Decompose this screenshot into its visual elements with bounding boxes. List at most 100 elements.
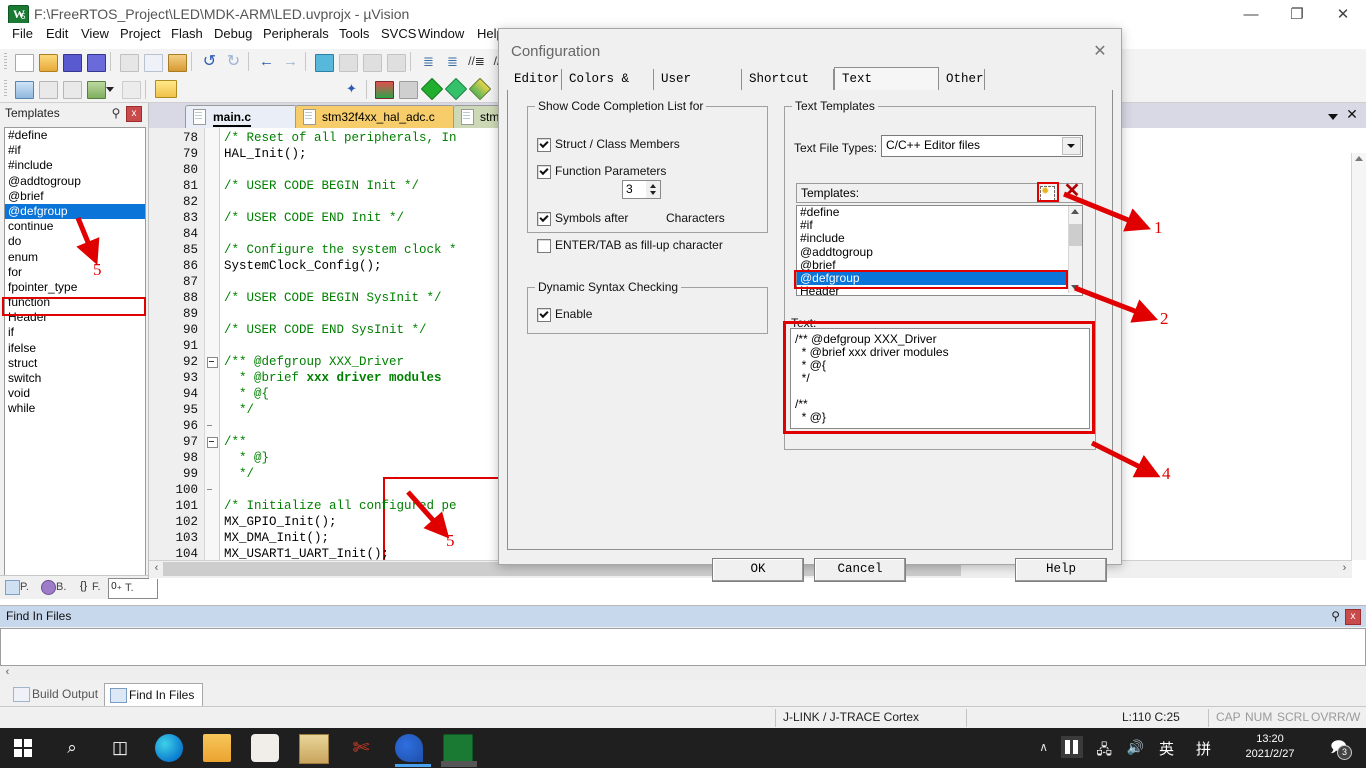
menu-flash[interactable]: Flash: [163, 23, 211, 45]
templates-panel-list[interactable]: #define #if #include @addtogroup @brief …: [4, 127, 146, 577]
checkbox-symbols-after[interactable]: [537, 212, 551, 226]
delete-template-icon[interactable]: ✕: [1062, 182, 1082, 201]
start-button-icon[interactable]: [10, 734, 38, 762]
pack-installer-icon[interactable]: [421, 79, 441, 99]
snipping-tool-icon[interactable]: [251, 734, 279, 762]
translate-icon[interactable]: [13, 79, 33, 99]
chevron-down-icon[interactable]: [106, 84, 116, 94]
list-item[interactable]: #define: [797, 206, 1082, 219]
tab-shortcut-keys[interactable]: Shortcut Keys: [742, 69, 834, 90]
help-button[interactable]: Help: [1015, 558, 1107, 582]
scroll-up-icon[interactable]: [1071, 209, 1079, 214]
menu-view[interactable]: View: [73, 23, 117, 45]
fold-collapse-icon[interactable]: [207, 357, 218, 368]
list-item[interactable]: if: [5, 325, 145, 340]
tab-other[interactable]: Other: [939, 69, 985, 90]
bookmark-prev-icon[interactable]: [337, 52, 357, 72]
checkbox-struct-class-members[interactable]: [537, 138, 551, 152]
close-icon[interactable]: x: [1345, 609, 1361, 625]
target-options-icon[interactable]: ✦: [341, 79, 361, 99]
clock[interactable]: 13:20 2021/2/27: [1228, 732, 1312, 762]
scrollbar-thumb[interactable]: [1069, 224, 1082, 246]
code-folding-bar[interactable]: [205, 128, 220, 560]
list-item[interactable]: @brief: [5, 189, 145, 204]
list-item[interactable]: while: [5, 401, 145, 416]
edge-browser-icon[interactable]: [155, 734, 183, 762]
find-in-files-results[interactable]: [0, 628, 1366, 666]
scroll-down-icon[interactable]: [1071, 285, 1079, 290]
scissors-app-icon[interactable]: ✄: [347, 734, 375, 762]
list-item[interactable]: do: [5, 234, 145, 249]
stop-build-icon[interactable]: [120, 79, 140, 99]
chevron-down-icon[interactable]: [1062, 137, 1081, 155]
outdent-icon[interactable]: ≣: [442, 52, 462, 72]
cut-icon[interactable]: [118, 52, 138, 72]
comment-icon[interactable]: //≣: [466, 52, 486, 72]
multi-project-icon[interactable]: [397, 79, 417, 99]
rebuild-icon[interactable]: [61, 79, 81, 99]
list-item[interactable]: enum: [5, 250, 145, 265]
list-item[interactable]: @addtogroup: [5, 174, 145, 189]
close-tab-icon[interactable]: ✕: [1345, 107, 1359, 121]
scroll-left-icon[interactable]: ‹: [150, 562, 163, 576]
dialog-close-icon[interactable]: ✕: [1089, 41, 1111, 63]
list-item[interactable]: switch: [5, 371, 145, 386]
ime-mode-icon[interactable]: 拼: [1196, 738, 1211, 759]
list-item[interactable]: ifelse: [5, 341, 145, 356]
cancel-button[interactable]: Cancel: [814, 558, 906, 582]
undo-icon[interactable]: ↺: [199, 52, 219, 72]
list-item[interactable]: struct: [5, 356, 145, 371]
list-item[interactable]: #if: [5, 143, 145, 158]
tab-colors-fonts[interactable]: Colors & Fonts: [562, 69, 654, 90]
onedrive-or-app-tray-icon[interactable]: [1061, 736, 1083, 758]
save-all-icon[interactable]: [85, 52, 105, 72]
list-item[interactable]: #include: [5, 158, 145, 173]
menu-window[interactable]: Window: [410, 23, 472, 45]
ime-language-icon[interactable]: 英: [1159, 738, 1174, 759]
pin-icon[interactable]: ⚲: [1331, 609, 1340, 623]
tab-editor[interactable]: Editor: [507, 69, 562, 90]
symbols-after-stepper[interactable]: [646, 180, 661, 199]
checkbox-dynamic-syntax-enable[interactable]: [537, 308, 551, 322]
scroll-left-icon[interactable]: ‹: [1, 666, 14, 680]
tab-templates[interactable]: 0₊ T.: [108, 578, 158, 599]
editor-tab-main-c[interactable]: main.c: [185, 105, 297, 128]
task-view-icon[interactable]: ◫: [106, 734, 134, 762]
list-item[interactable]: for: [5, 265, 145, 280]
list-item-selected[interactable]: @defgroup: [5, 204, 145, 219]
tab-build-output[interactable]: Build Output: [8, 683, 106, 705]
list-item[interactable]: void: [5, 386, 145, 401]
list-item[interactable]: #include: [797, 232, 1082, 245]
menu-project[interactable]: Project: [112, 23, 168, 45]
list-item[interactable]: @addtogroup: [797, 246, 1082, 259]
tab-user-keywords[interactable]: User Keywords: [654, 69, 742, 90]
batch-build-icon[interactable]: [85, 79, 105, 99]
manage-components-icon[interactable]: [373, 79, 393, 99]
find-in-files-scrollbar[interactable]: ‹: [0, 666, 1366, 680]
menu-edit[interactable]: Edit: [38, 23, 76, 45]
menu-tools[interactable]: Tools: [331, 23, 377, 45]
fold-collapse-icon[interactable]: [207, 437, 218, 448]
pin-icon[interactable]: ⚲: [109, 106, 123, 120]
save-icon[interactable]: [61, 52, 81, 72]
network-icon[interactable]: 🖧: [1096, 739, 1112, 763]
list-item[interactable]: #define: [5, 128, 145, 143]
tab-find-in-files[interactable]: Find In Files: [104, 683, 203, 707]
symbols-after-input[interactable]: 3: [622, 180, 648, 199]
tab-list-dropdown-icon[interactable]: [1326, 108, 1340, 122]
paste-icon[interactable]: [166, 52, 186, 72]
bookmark-next-icon[interactable]: [361, 52, 381, 72]
ok-button[interactable]: OK: [712, 558, 804, 582]
close-icon[interactable]: x: [126, 106, 142, 122]
fold-line-icon[interactable]: [207, 489, 212, 490]
bookmark-toggle-icon[interactable]: [313, 52, 333, 72]
checkbox-function-parameters[interactable]: [537, 165, 551, 179]
open-file-icon[interactable]: [37, 52, 57, 72]
redo-icon[interactable]: ↻: [223, 52, 243, 72]
indent-icon[interactable]: ≣: [418, 52, 438, 72]
menu-debug[interactable]: Debug: [206, 23, 260, 45]
tab-text-completion[interactable]: Text Completion: [834, 67, 939, 91]
volume-icon[interactable]: 🔊: [1127, 739, 1144, 756]
scroll-right-icon[interactable]: ›: [1338, 562, 1351, 576]
checkbox-enter-tab-fillup[interactable]: [537, 239, 551, 253]
